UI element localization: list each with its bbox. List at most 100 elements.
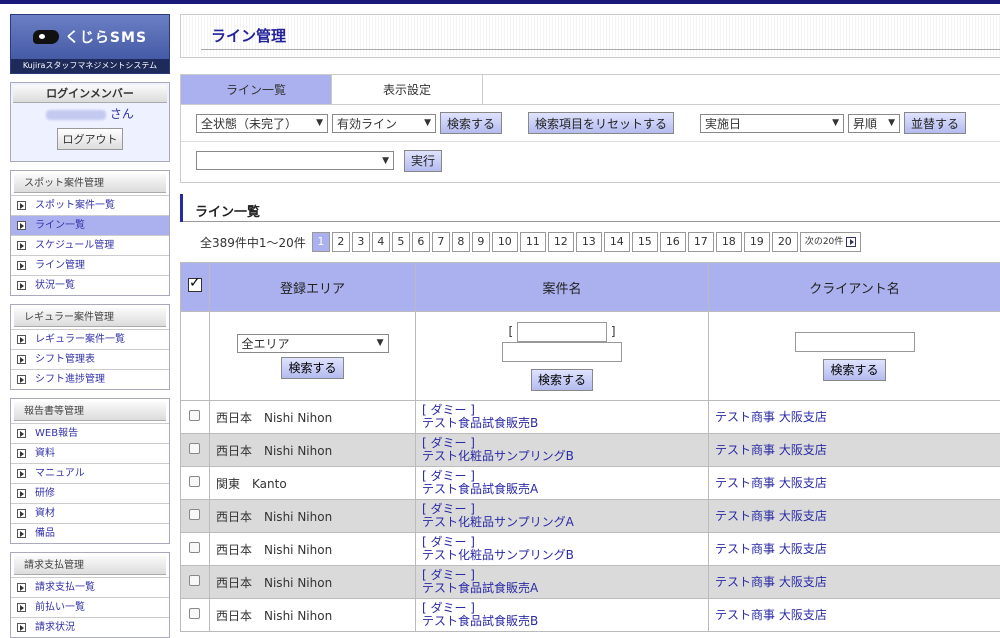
project-name-input[interactable] xyxy=(502,342,622,362)
page-button[interactable]: 3 xyxy=(352,232,370,252)
sidebar-item[interactable]: 備品 xyxy=(11,523,169,543)
app-logo[interactable]: くじらSMS Kujiraスタッフマネジメントシステム xyxy=(10,14,170,74)
page-button[interactable]: 16 xyxy=(660,232,686,252)
sidebar-item[interactable]: 前払い一覧 xyxy=(11,597,169,617)
sidebar-item[interactable]: マニュアル xyxy=(11,463,169,483)
area-cell: 西日本 Nishi Nihon xyxy=(210,533,416,566)
column-header-project[interactable]: 案件名 xyxy=(416,263,709,312)
page-button[interactable]: 9 xyxy=(472,232,490,252)
sidebar-item[interactable]: スポット案件一覧 xyxy=(11,195,169,215)
logout-button[interactable]: ログアウト xyxy=(57,128,123,150)
sidebar-item[interactable]: シフト管理表 xyxy=(11,349,169,369)
arrow-right-icon xyxy=(17,335,26,344)
row-checkbox[interactable] xyxy=(189,509,200,520)
dropdown-arrow-icon: ▼ xyxy=(888,118,895,128)
sidebar-item[interactable]: 研修 xyxy=(11,483,169,503)
arrow-right-icon xyxy=(17,261,26,270)
arrow-right-icon xyxy=(17,529,26,538)
sort-order-select[interactable]: 昇順▼ xyxy=(848,114,900,133)
project-search-button[interactable]: 検索する xyxy=(531,369,593,391)
area-search-button[interactable]: 検索する xyxy=(281,357,343,379)
next-page-button[interactable]: 次の20件 xyxy=(800,232,861,252)
client-name-link[interactable]: テスト商事 大阪支店 xyxy=(709,510,1000,523)
pagination: 全389件中1～20件 1234567891011121314151617181… xyxy=(180,222,1000,262)
project-name-link[interactable]: テスト化粧品サンプリングA xyxy=(416,516,708,529)
area-filter-select[interactable]: 全エリア▼ xyxy=(237,334,389,353)
row-checkbox[interactable] xyxy=(189,542,200,553)
row-checkbox[interactable] xyxy=(189,575,200,586)
page-button[interactable]: 20 xyxy=(772,232,798,252)
area-cell: 西日本 Nishi Nihon xyxy=(210,434,416,467)
page-button[interactable]: 10 xyxy=(492,232,518,252)
column-header-area[interactable]: 登録エリア xyxy=(210,263,416,312)
table-row: 西日本 Nishi Nihon[ ダミー ]テスト化粧品サンプリングBテスト商事… xyxy=(181,434,1000,467)
client-name-link[interactable]: テスト商事 大阪支店 xyxy=(709,609,1000,622)
column-header-client[interactable]: クライアント名 xyxy=(709,263,1000,312)
client-name-link[interactable]: テスト商事 大阪支店 xyxy=(709,576,1000,589)
project-name-link[interactable]: テスト食品試食販売B xyxy=(416,615,708,628)
client-name-link[interactable]: テスト商事 大阪支店 xyxy=(709,543,1000,556)
tab-line-list[interactable]: ライン一覧 xyxy=(181,75,332,104)
sidebar-item[interactable]: WEB報告 xyxy=(11,423,169,443)
row-checkbox[interactable] xyxy=(189,476,200,487)
client-name-link[interactable]: テスト商事 大阪支店 xyxy=(709,477,1000,490)
page-button[interactable]: 19 xyxy=(744,232,770,252)
project-name-link[interactable]: テスト化粧品サンプリングB xyxy=(416,549,708,562)
sidebar-item[interactable]: 請求状況 xyxy=(11,617,169,637)
sidebar-item[interactable]: 請求支払一覧 xyxy=(11,577,169,597)
main-content: ライン管理 ライン一覧 表示設定 全状態（未完了）▼ 有効ライン▼ 検索する 検… xyxy=(180,14,1000,632)
page-button[interactable]: 1 xyxy=(312,232,330,252)
project-name-link[interactable]: テスト食品試食販売A xyxy=(416,582,708,595)
arrow-right-icon xyxy=(17,221,26,230)
sidebar-item-label: シフト進捗管理 xyxy=(35,370,105,389)
sidebar-item[interactable]: 資材 xyxy=(11,503,169,523)
project-tag-input[interactable] xyxy=(517,322,607,342)
status-select[interactable]: 全状態（未完了）▼ xyxy=(196,114,328,133)
row-checkbox[interactable] xyxy=(189,608,200,619)
page-button[interactable]: 18 xyxy=(716,232,742,252)
select-all-checkbox[interactable] xyxy=(188,278,202,292)
page-button[interactable]: 7 xyxy=(432,232,450,252)
sidebar-item-label: 研修 xyxy=(35,484,55,503)
line-select[interactable]: 有効ライン▼ xyxy=(332,114,436,133)
reset-button[interactable]: 検索項目をリセットする xyxy=(528,112,674,134)
sort-button[interactable]: 並替する xyxy=(904,112,966,134)
client-name-link[interactable]: テスト商事 大阪支店 xyxy=(709,411,1000,424)
page-button[interactable]: 14 xyxy=(604,232,630,252)
row-checkbox[interactable] xyxy=(189,410,200,421)
sidebar-item[interactable]: 状況一覧 xyxy=(11,275,169,295)
sidebar: くじらSMS Kujiraスタッフマネジメントシステム ログインメンバー さん … xyxy=(10,14,170,638)
client-search-button[interactable]: 検索する xyxy=(823,359,885,381)
sidebar-menu: スポット案件管理スポット案件一覧ライン一覧スケジュール管理ライン管理状況一覧レギ… xyxy=(10,170,170,638)
tab-display-settings[interactable]: 表示設定 xyxy=(332,75,483,104)
project-name-link[interactable]: テスト化粧品サンプリングB xyxy=(416,450,708,463)
client-name-input[interactable] xyxy=(795,332,915,352)
sidebar-item-label: 請求状況 xyxy=(35,618,75,637)
page-button[interactable]: 6 xyxy=(412,232,430,252)
page-button[interactable]: 15 xyxy=(632,232,658,252)
page-button[interactable]: 13 xyxy=(576,232,602,252)
page-button[interactable]: 2 xyxy=(332,232,350,252)
row-checkbox[interactable] xyxy=(189,443,200,454)
sidebar-item[interactable]: 資料 xyxy=(11,443,169,463)
sort-field-select[interactable]: 実施日▼ xyxy=(700,114,844,133)
area-cell: 西日本 Nishi Nihon xyxy=(210,566,416,599)
search-button[interactable]: 検索する xyxy=(440,112,502,134)
page-button[interactable]: 17 xyxy=(688,232,714,252)
sidebar-item[interactable]: スケジュール管理 xyxy=(11,235,169,255)
page-button[interactable]: 5 xyxy=(392,232,410,252)
sidebar-item[interactable]: レギュラー案件一覧 xyxy=(11,329,169,349)
client-name-link[interactable]: テスト商事 大阪支店 xyxy=(709,444,1000,457)
page-button[interactable]: 11 xyxy=(520,232,546,252)
execute-button[interactable]: 実行 xyxy=(404,150,442,172)
page-button[interactable]: 4 xyxy=(372,232,390,252)
sidebar-item[interactable]: シフト進捗管理 xyxy=(11,369,169,389)
page-button[interactable]: 12 xyxy=(548,232,574,252)
sidebar-item[interactable]: ライン一覧 xyxy=(11,215,169,235)
action-select[interactable]: ▼ xyxy=(196,151,394,170)
project-name-link[interactable]: テスト食品試食販売A xyxy=(416,483,708,496)
page-button[interactable]: 8 xyxy=(452,232,470,252)
project-name-link[interactable]: テスト食品試食販売B xyxy=(416,417,708,430)
sidebar-item[interactable]: ライン管理 xyxy=(11,255,169,275)
area-cell: 関東 Kanto xyxy=(210,467,416,500)
